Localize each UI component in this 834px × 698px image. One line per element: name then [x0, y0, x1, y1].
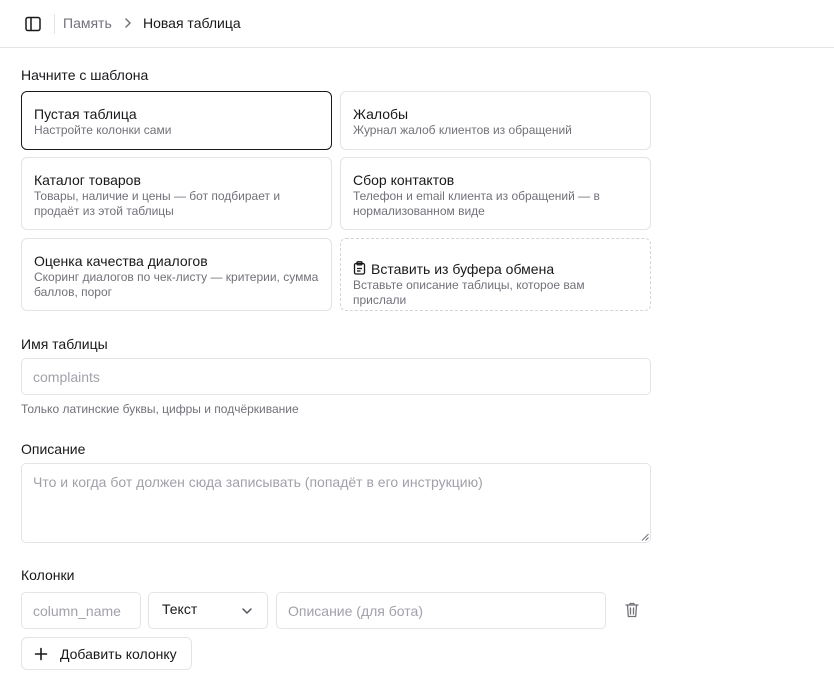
template-desc: Журнал жалоб клиентов из обращений: [353, 123, 572, 137]
template-desc: Скоринг диалогов по чек-листу — критерии…: [34, 270, 319, 299]
template-desc: Товары, наличие и цены — бот подбирает и…: [34, 189, 281, 218]
column-name-input[interactable]: [21, 592, 141, 629]
table-name-input[interactable]: [21, 358, 651, 395]
template-desc: Вставьте описание таблицы, которое вам п…: [353, 278, 585, 307]
template-title: Жалобы: [353, 106, 409, 122]
column-type-value: Текст: [162, 601, 198, 617]
paste-from-clipboard-card[interactable]: Вставить из буфера обмена Вставьте описа…: [340, 238, 651, 311]
chevron-down-icon: [242, 608, 252, 614]
template-title: Оценка качества диалогов: [34, 253, 208, 269]
template-card-empty[interactable]: Пустая таблица Настройте колонки сами: [21, 91, 332, 150]
top-bar: Память Новая таблица: [0, 0, 834, 48]
description-textarea[interactable]: [21, 463, 651, 543]
column-type-select[interactable]: Текст: [148, 592, 268, 629]
trash-icon[interactable]: [624, 601, 640, 619]
add-column-button[interactable]: Добавить колонку: [21, 637, 192, 670]
chevron-right-icon: [125, 18, 131, 28]
divider: [54, 14, 55, 34]
clipboard-icon: [353, 261, 366, 275]
template-card-contacts[interactable]: Сбор контактов Телефон и email клиента и…: [340, 157, 651, 230]
template-title: Каталог товаров: [34, 172, 141, 188]
columns-label: Колонки: [21, 567, 75, 583]
template-title: Пустая таблица: [34, 106, 137, 122]
template-desc: Настройте колонки сами: [34, 123, 172, 137]
templates-heading: Начните с шаблона: [21, 67, 149, 83]
breadcrumb-parent-link[interactable]: Память: [63, 15, 112, 31]
template-card-catalog[interactable]: Каталог товаров Товары, наличие и цены —…: [21, 157, 332, 230]
page-title: Новая таблица: [143, 15, 241, 31]
plus-icon: [34, 647, 48, 661]
resize-handle-icon[interactable]: [641, 533, 649, 541]
description-label: Описание: [21, 441, 86, 457]
table-name-hint: Только латинские буквы, цифры и подчёрки…: [21, 402, 299, 416]
table-name-label: Имя таблицы: [21, 336, 108, 352]
column-description-input[interactable]: [276, 592, 606, 629]
template-card-complaints[interactable]: Жалобы Журнал жалоб клиентов из обращени…: [340, 91, 651, 150]
template-title: Сбор контактов: [353, 172, 455, 188]
add-column-label: Добавить колонку: [60, 646, 177, 662]
sidebar-toggle-icon[interactable]: [24, 15, 42, 33]
template-title: Вставить из буфера обмена: [371, 261, 555, 277]
template-desc: Телефон и email клиента из обращений — в…: [353, 189, 600, 218]
template-card-quality[interactable]: Оценка качества диалогов Скоринг диалого…: [21, 238, 332, 311]
